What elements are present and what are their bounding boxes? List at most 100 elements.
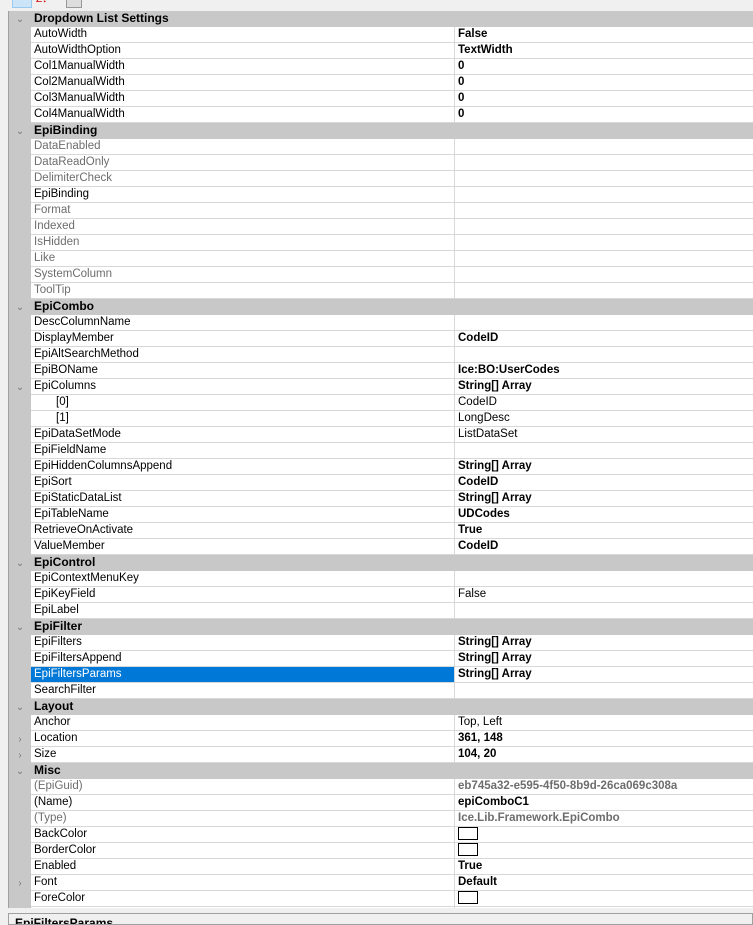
- property-value[interactable]: ListDataSet: [455, 427, 753, 442]
- property-row[interactable]: Like: [9, 251, 753, 267]
- property-value[interactable]: Ice:BO:UserCodes: [455, 363, 753, 378]
- property-value[interactable]: [455, 219, 753, 234]
- property-value[interactable]: Top, Left: [455, 715, 753, 730]
- property-row[interactable]: DescColumnName: [9, 315, 753, 331]
- property-value[interactable]: [455, 347, 753, 362]
- property-name[interactable]: BorderColor: [31, 843, 455, 858]
- property-row[interactable]: Col2ManualWidth 0: [9, 75, 753, 91]
- chevron-down-icon[interactable]: ⌄: [9, 11, 31, 27]
- property-value[interactable]: 0: [455, 107, 753, 122]
- category-header[interactable]: ⌄ EpiCombo: [9, 299, 753, 315]
- chevron-down-icon[interactable]: ⌄: [9, 299, 31, 315]
- property-value[interactable]: [455, 267, 753, 282]
- chevron-right-icon[interactable]: ›: [9, 731, 31, 747]
- property-value[interactable]: 361, 148: [455, 731, 753, 746]
- property-value[interactable]: [455, 843, 753, 858]
- property-row[interactable]: Col4ManualWidth 0: [9, 107, 753, 123]
- property-name[interactable]: ToolTip: [31, 283, 455, 298]
- property-name[interactable]: DisplayMember: [31, 331, 455, 346]
- property-name[interactable]: ValueMember: [31, 539, 455, 554]
- property-value[interactable]: [455, 235, 753, 250]
- property-value[interactable]: CodeID: [455, 539, 753, 554]
- property-value[interactable]: [455, 827, 753, 842]
- property-row[interactable]: EpiFiltersParams String[] Array: [9, 667, 753, 683]
- property-value[interactable]: eb745a32-e595-4f50-8b9d-26ca069c308a: [455, 779, 753, 794]
- property-value[interactable]: [455, 683, 753, 698]
- property-row[interactable]: DataEnabled: [9, 139, 753, 155]
- property-row[interactable]: Indexed: [9, 219, 753, 235]
- property-value[interactable]: String[] Array: [455, 667, 753, 682]
- property-row[interactable]: (EpiGuid) eb745a32-e595-4f50-8b9d-26ca069…: [9, 779, 753, 795]
- property-row[interactable]: EpiStaticDataList String[] Array: [9, 491, 753, 507]
- property-row[interactable]: Col3ManualWidth 0: [9, 91, 753, 107]
- property-name[interactable]: Indexed: [31, 219, 455, 234]
- category-header[interactable]: ⌄ Misc: [9, 763, 753, 779]
- property-name[interactable]: EpiSort: [31, 475, 455, 490]
- property-name[interactable]: EpiFilters: [31, 635, 455, 650]
- property-row[interactable]: [0] CodeID: [9, 395, 753, 411]
- property-value[interactable]: Default: [455, 875, 753, 890]
- property-value[interactable]: 0: [455, 91, 753, 106]
- property-row[interactable]: AutoWidth False: [9, 27, 753, 43]
- property-row[interactable]: Format: [9, 203, 753, 219]
- property-row[interactable]: ToolTip: [9, 283, 753, 299]
- property-value[interactable]: False: [455, 587, 753, 602]
- property-value[interactable]: [455, 251, 753, 266]
- property-name[interactable]: EpiLabel: [31, 603, 455, 618]
- alphabetical-sort-button[interactable]: Z↓: [36, 0, 47, 8]
- property-name[interactable]: SearchFilter: [31, 683, 455, 698]
- chevron-down-icon[interactable]: ⌄: [9, 123, 31, 139]
- property-value[interactable]: [455, 315, 753, 330]
- property-row[interactable]: (Type) Ice.Lib.Framework.EpiCombo: [9, 811, 753, 827]
- property-name[interactable]: IsHidden: [31, 235, 455, 250]
- property-row[interactable]: SearchFilter: [9, 683, 753, 699]
- property-name[interactable]: Enabled: [31, 859, 455, 874]
- property-name[interactable]: EpiAltSearchMethod: [31, 347, 455, 362]
- property-name[interactable]: [0]: [31, 395, 455, 410]
- property-value[interactable]: [455, 203, 753, 218]
- property-value[interactable]: [455, 283, 753, 298]
- property-name[interactable]: EpiBinding: [31, 187, 455, 202]
- property-value[interactable]: CodeID: [455, 331, 753, 346]
- property-value[interactable]: String[] Array: [455, 651, 753, 666]
- property-row[interactable]: EpiKeyField False: [9, 587, 753, 603]
- category-header[interactable]: ⌄ EpiFilter: [9, 619, 753, 635]
- property-row[interactable]: IsHidden: [9, 235, 753, 251]
- property-value[interactable]: True: [455, 859, 753, 874]
- property-name[interactable]: EpiBOName: [31, 363, 455, 378]
- property-row[interactable]: DataReadOnly: [9, 155, 753, 171]
- property-name[interactable]: (Name): [31, 795, 455, 810]
- chevron-down-icon[interactable]: ⌄: [9, 763, 31, 779]
- property-row[interactable]: EpiFieldName: [9, 443, 753, 459]
- property-value[interactable]: String[] Array: [455, 635, 753, 650]
- property-pages-button[interactable]: [66, 0, 82, 8]
- property-value[interactable]: UDCodes: [455, 507, 753, 522]
- property-row[interactable]: EpiAltSearchMethod: [9, 347, 753, 363]
- property-row[interactable]: Anchor Top, Left: [9, 715, 753, 731]
- chevron-down-icon[interactable]: ⌄: [9, 379, 31, 395]
- category-header[interactable]: ⌄ Dropdown List Settings: [9, 11, 753, 27]
- category-header[interactable]: ⌄ EpiControl: [9, 555, 753, 571]
- property-name[interactable]: (Type): [31, 811, 455, 826]
- property-value[interactable]: 0: [455, 59, 753, 74]
- property-value[interactable]: [455, 187, 753, 202]
- property-row[interactable]: EpiTableName UDCodes: [9, 507, 753, 523]
- chevron-right-icon[interactable]: ›: [9, 747, 31, 763]
- chevron-down-icon[interactable]: ⌄: [9, 699, 31, 715]
- property-row[interactable]: EpiHiddenColumnsAppend String[] Array: [9, 459, 753, 475]
- property-value[interactable]: String[] Array: [455, 491, 753, 506]
- property-name[interactable]: DataEnabled: [31, 139, 455, 154]
- category-header[interactable]: ⌄ EpiBinding: [9, 123, 753, 139]
- property-value[interactable]: True: [455, 523, 753, 538]
- property-row[interactable]: DelimiterCheck: [9, 171, 753, 187]
- property-row[interactable]: EpiBinding: [9, 187, 753, 203]
- property-name[interactable]: (EpiGuid): [31, 779, 455, 794]
- property-value[interactable]: 0: [455, 75, 753, 90]
- property-name[interactable]: AutoWidthOption: [31, 43, 455, 58]
- property-value[interactable]: Ice.Lib.Framework.EpiCombo: [455, 811, 753, 826]
- property-name[interactable]: EpiFiltersParams: [31, 667, 455, 682]
- property-name[interactable]: ForeColor: [31, 891, 455, 906]
- chevron-down-icon[interactable]: ⌄: [9, 619, 31, 635]
- property-row[interactable]: EpiFiltersAppend String[] Array: [9, 651, 753, 667]
- property-value[interactable]: 104, 20: [455, 747, 753, 762]
